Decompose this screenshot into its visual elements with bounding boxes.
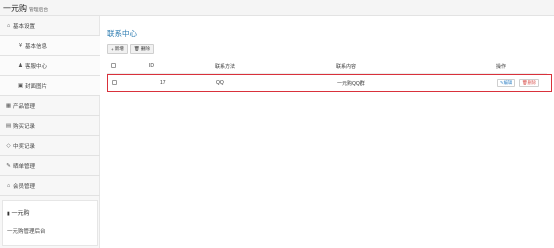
sidebar-item-showcase[interactable]: ✎ 晒单管理 [0, 156, 100, 176]
sidebar-item-members[interactable]: ⌂ 会员管理 [0, 176, 100, 196]
brand[interactable]: 一元购 管理后台 [3, 3, 48, 14]
cell-id: 17 [160, 80, 166, 86]
top-bar: 一元购 管理后台 [0, 0, 554, 16]
column-header-content: 联系内容 [336, 64, 357, 70]
user-description: 一元购管理后台 [7, 229, 46, 235]
edit-button-label: 编辑 [503, 80, 513, 85]
gift-icon: ▦ [5, 102, 12, 109]
sidebar-item-label: 产品管理 [13, 103, 36, 110]
sidebar-item-label: 会员管理 [13, 183, 36, 190]
home-icon: ⌂ [6, 22, 11, 29]
brand-subtitle: 管理后台 [29, 8, 49, 13]
column-header-id: ID [149, 63, 154, 69]
page-title: 联系中心 [107, 29, 137, 38]
sidebar-item-label: 晒单管理 [13, 163, 36, 170]
edit-button[interactable]: ✎ 编辑 [497, 79, 516, 87]
bookmark-icon: ▮ [7, 211, 10, 217]
delete-button-label: 删除 [140, 46, 150, 51]
select-all-checkbox[interactable] [111, 63, 116, 68]
add-button-label: 新增 [114, 46, 124, 51]
column-header-method: 联系方法 [215, 64, 236, 70]
row-delete-button[interactable]: 🗑 删除 [519, 79, 540, 87]
table-header: ID 联系方法 联系内容 操作 [107, 60, 547, 74]
cell-method: QQ [216, 80, 224, 86]
user-name-label: 一元购 [11, 211, 30, 217]
sidebar-item-label: 基本设置 [13, 23, 36, 30]
user-info-panel: ▮ 一元购 一元购管理后台 [2, 200, 98, 246]
home-icon: ⌂ [6, 182, 11, 189]
brand-name: 一元购 [3, 4, 27, 13]
image-icon: ▣ [17, 82, 24, 89]
sidebar-item-customer-service[interactable]: ♟ 客服中心 [0, 56, 100, 76]
add-button[interactable]: + 新增 [107, 44, 128, 54]
sidebar-item-label: 购买记录 [13, 123, 36, 130]
diamond-icon: ◇ [6, 142, 11, 149]
row-delete-button-label: 删除 [527, 80, 537, 85]
sidebar-item-label: 封面图片 [25, 83, 48, 90]
yen-icon: ¥ [18, 42, 23, 49]
sidebar-item-label: 中奖记录 [13, 143, 36, 150]
edit-icon: ✎ [6, 162, 11, 169]
sidebar-item-label: 客服中心 [25, 63, 48, 70]
plus-icon: + [111, 46, 114, 52]
sidebar-item-winnings[interactable]: ◇ 中奖记录 [0, 136, 100, 156]
row-checkbox[interactable] [112, 80, 117, 85]
users-icon: ♟ [18, 62, 23, 69]
sidebar-item-cover-image[interactable]: ▣ 封面图片 [0, 76, 100, 96]
sidebar-item-label: 基本信息 [25, 43, 48, 50]
cart-icon: ▤ [5, 122, 12, 129]
cell-content: 一元购QQ群 [337, 81, 365, 87]
sidebar-item-products[interactable]: ▦ 产品管理 [0, 96, 100, 116]
trash-icon: 🗑 [133, 46, 140, 51]
column-header-actions: 操作 [496, 64, 507, 70]
sidebar-item-basic-info[interactable]: ¥ 基本信息 [0, 36, 100, 56]
sidebar: ⌂ 基本设置 ¥ 基本信息 ♟ 客服中心 ▣ 封面图片 ▦ 产品管理 ▤ 购买记… [0, 16, 100, 248]
sidebar-item-basic-settings[interactable]: ⌂ 基本设置 [0, 16, 100, 36]
table-row: 17 QQ 一元购QQ群 ✎ 编辑 🗑 删除 [107, 74, 552, 92]
delete-button[interactable]: 🗑 删除 [129, 44, 154, 54]
sidebar-item-purchases[interactable]: ▤ 购买记录 [0, 116, 100, 136]
toolbar: + 新增 🗑 删除 [107, 44, 154, 54]
user-name: ▮ 一元购 [7, 208, 29, 217]
